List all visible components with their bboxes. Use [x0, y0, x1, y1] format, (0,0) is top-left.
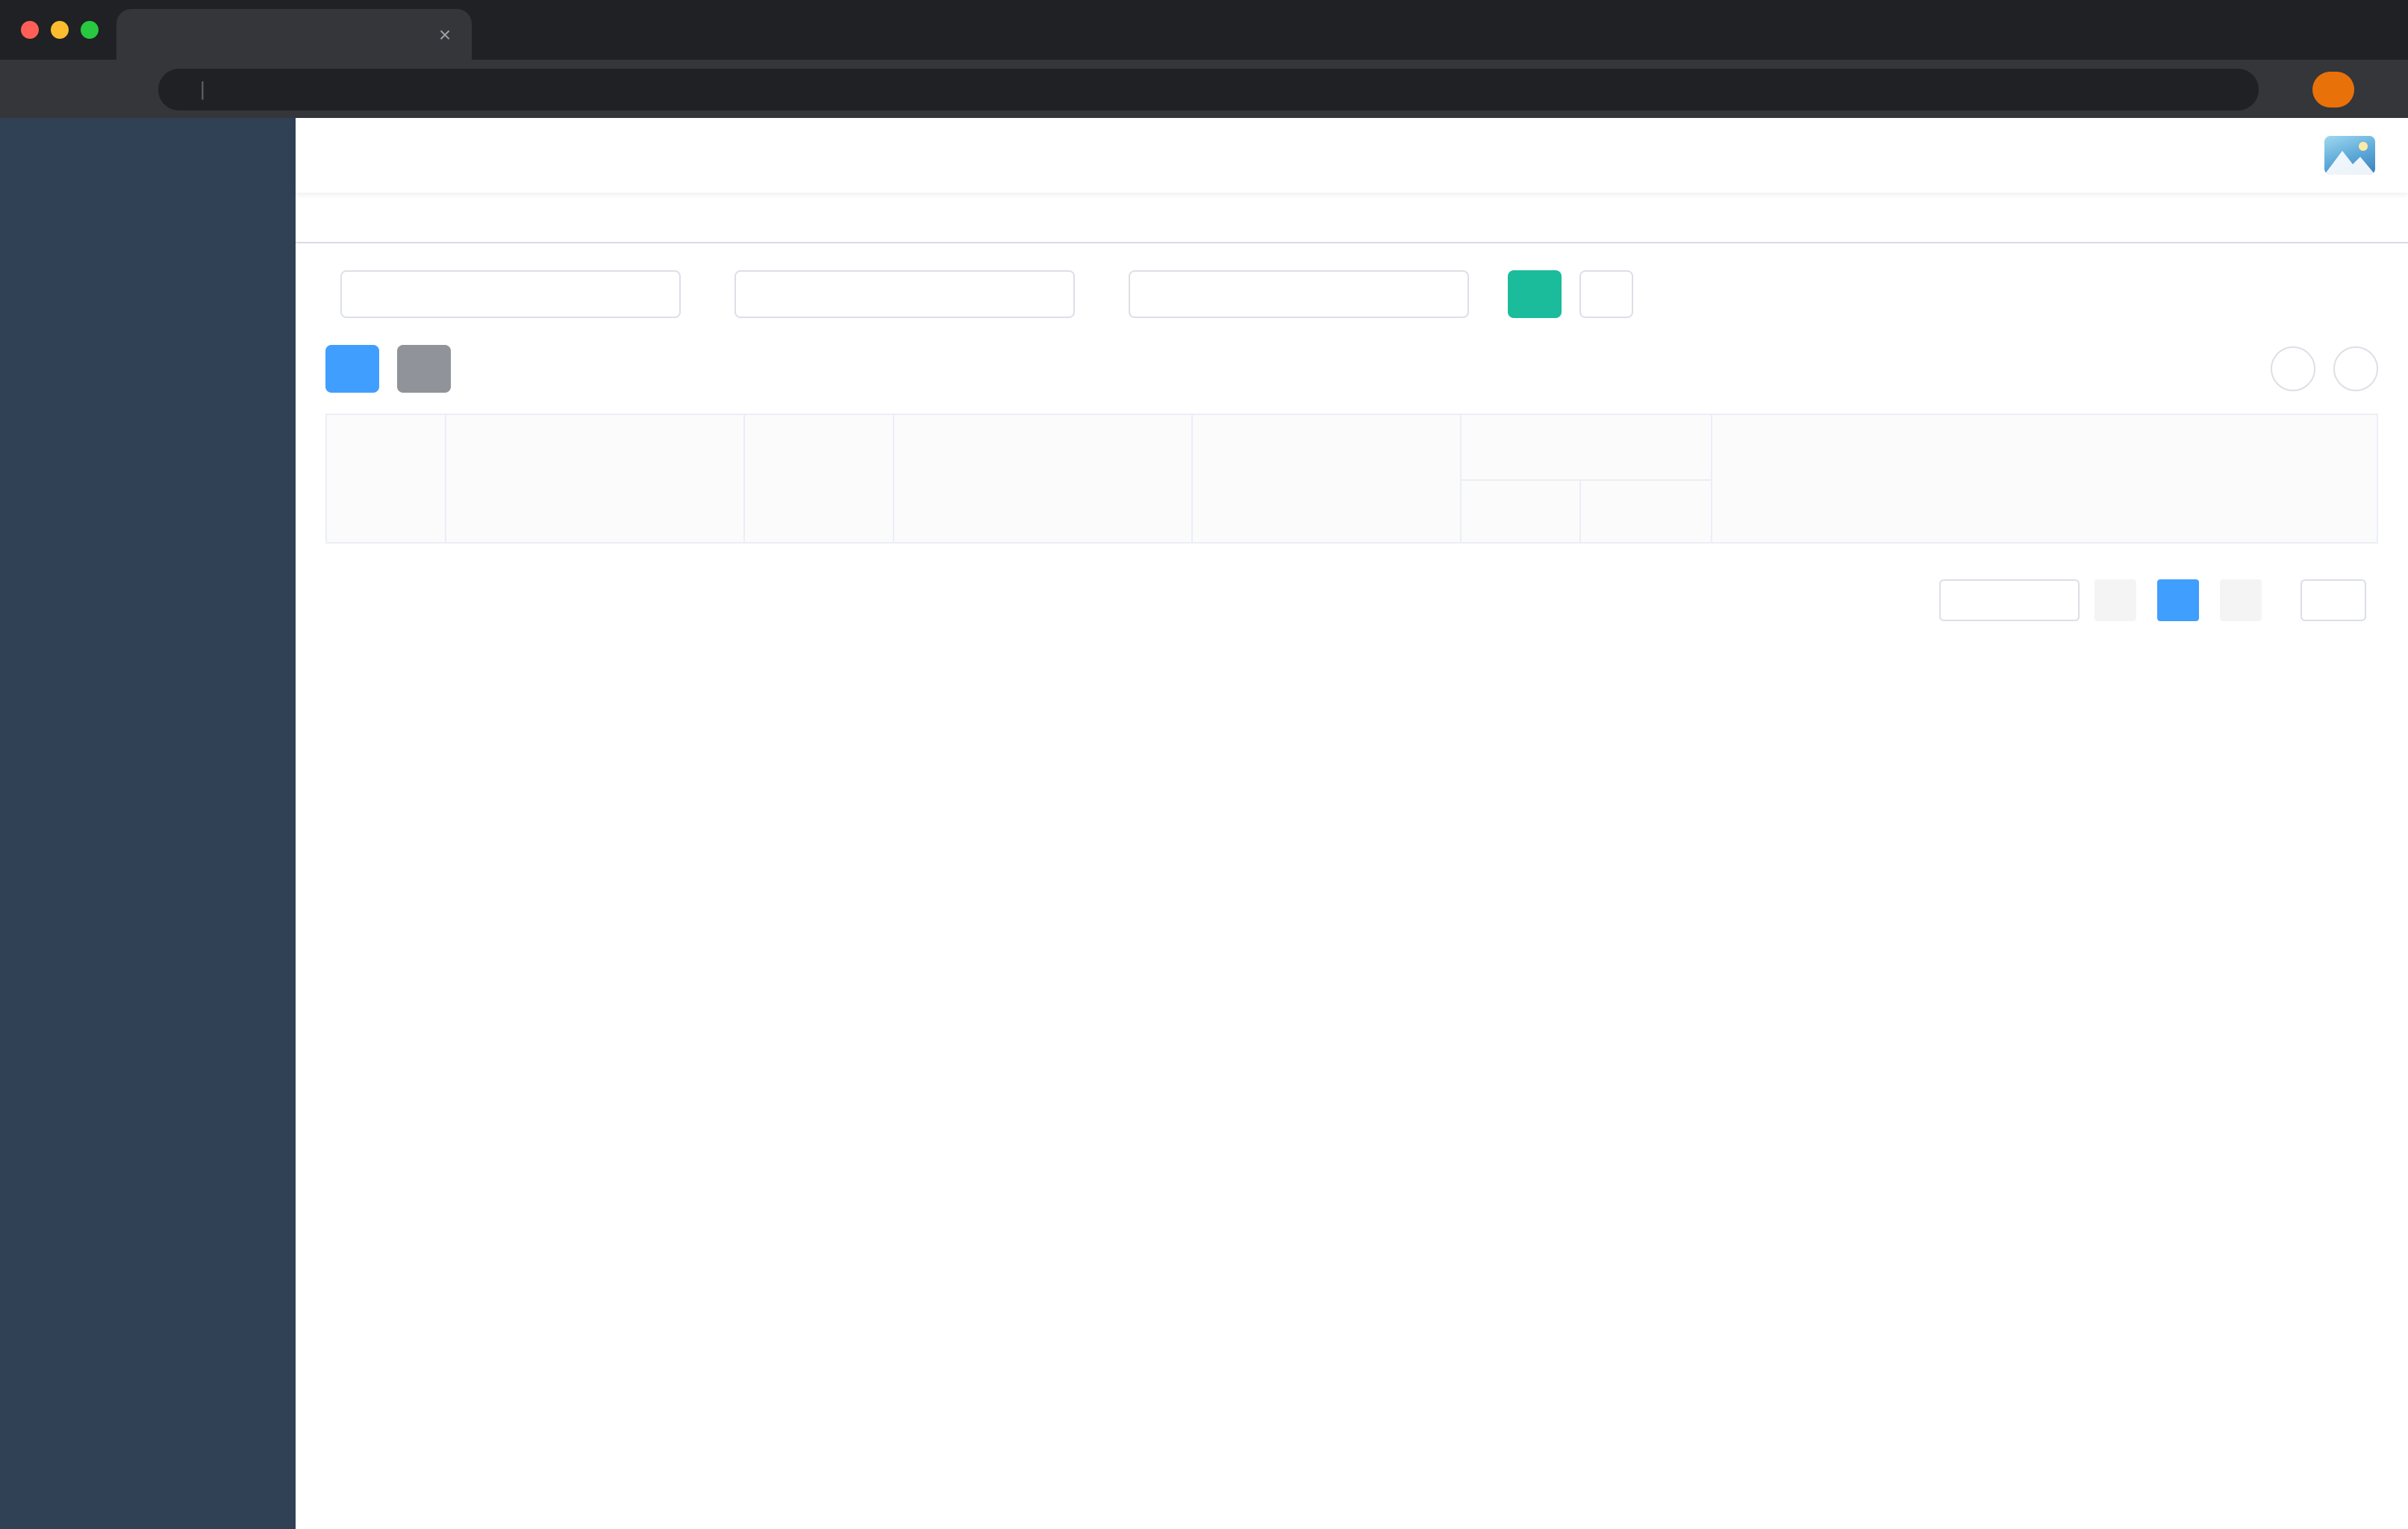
- search-button[interactable]: [1508, 270, 1562, 318]
- window-controls: [21, 21, 99, 39]
- browser-toolbar: |: [0, 60, 2408, 118]
- filter-group-key: [325, 270, 681, 318]
- col-header-version: [1460, 479, 1581, 544]
- app-logo-row[interactable]: [0, 118, 296, 193]
- forward-icon[interactable]: [57, 66, 102, 111]
- col-header-created: [1191, 414, 1462, 544]
- refresh-table-button[interactable]: [2333, 346, 2378, 391]
- window-minimize-button[interactable]: [51, 21, 69, 39]
- col-header-deploy-group: [1460, 414, 1712, 481]
- filter-group-category: [1114, 270, 1469, 318]
- address-divider: |: [200, 78, 205, 100]
- page-number-1[interactable]: [2157, 579, 2199, 621]
- browser-chrome: × |: [0, 0, 2408, 118]
- import-process-button[interactable]: [397, 345, 451, 393]
- process-name-input[interactable]: [734, 270, 1075, 318]
- back-icon[interactable]: [12, 66, 57, 111]
- table-header: [325, 414, 2378, 544]
- tab-close-icon[interactable]: ×: [433, 22, 457, 46]
- window-close-button[interactable]: [21, 21, 39, 39]
- tags-view: [296, 193, 2408, 243]
- next-page-button[interactable]: [2220, 579, 2262, 621]
- col-header-category: [743, 414, 894, 544]
- filter-bar: [325, 270, 2378, 318]
- pagination-goto: [2289, 579, 2378, 621]
- page-content: [296, 243, 2408, 1529]
- user-menu[interactable]: [2324, 136, 2384, 175]
- col-header-actions: [1711, 414, 2378, 544]
- reload-icon[interactable]: [102, 66, 146, 111]
- sidebar: [0, 118, 296, 1529]
- col-header-form: [893, 414, 1193, 544]
- browser-tabstrip: ×: [0, 0, 2408, 60]
- pagination: [325, 579, 2378, 621]
- filter-group-name: [720, 270, 1075, 318]
- process-key-input[interactable]: [340, 270, 681, 318]
- main-area: [296, 118, 2408, 1529]
- reset-button[interactable]: [1579, 270, 1633, 318]
- address-bar[interactable]: |: [158, 68, 2259, 110]
- prev-page-button[interactable]: [2094, 579, 2136, 621]
- table-toolbar-right: [2271, 346, 2378, 391]
- browser-tab[interactable]: ×: [116, 9, 472, 60]
- avatar: [2324, 136, 2375, 175]
- col-header-status: [1579, 479, 1712, 544]
- goto-page-input[interactable]: [2301, 579, 2366, 621]
- window-zoom-button[interactable]: [81, 21, 99, 39]
- col-header-name: [445, 414, 745, 544]
- screen: × |: [0, 0, 2408, 1529]
- create-process-button[interactable]: [325, 345, 379, 393]
- col-header-id: [325, 414, 446, 544]
- toggle-search-button[interactable]: [2271, 346, 2315, 391]
- app: [0, 118, 2408, 1529]
- navbar-actions: [2298, 136, 2384, 175]
- navbar: [296, 118, 2408, 193]
- page-size-select[interactable]: [1939, 579, 2080, 621]
- models-table: [325, 414, 2378, 544]
- table-toolbar: [325, 345, 2378, 393]
- category-select[interactable]: [1129, 270, 1469, 318]
- browser-update-button[interactable]: [2312, 71, 2354, 107]
- sidebar-menu: [0, 193, 296, 1529]
